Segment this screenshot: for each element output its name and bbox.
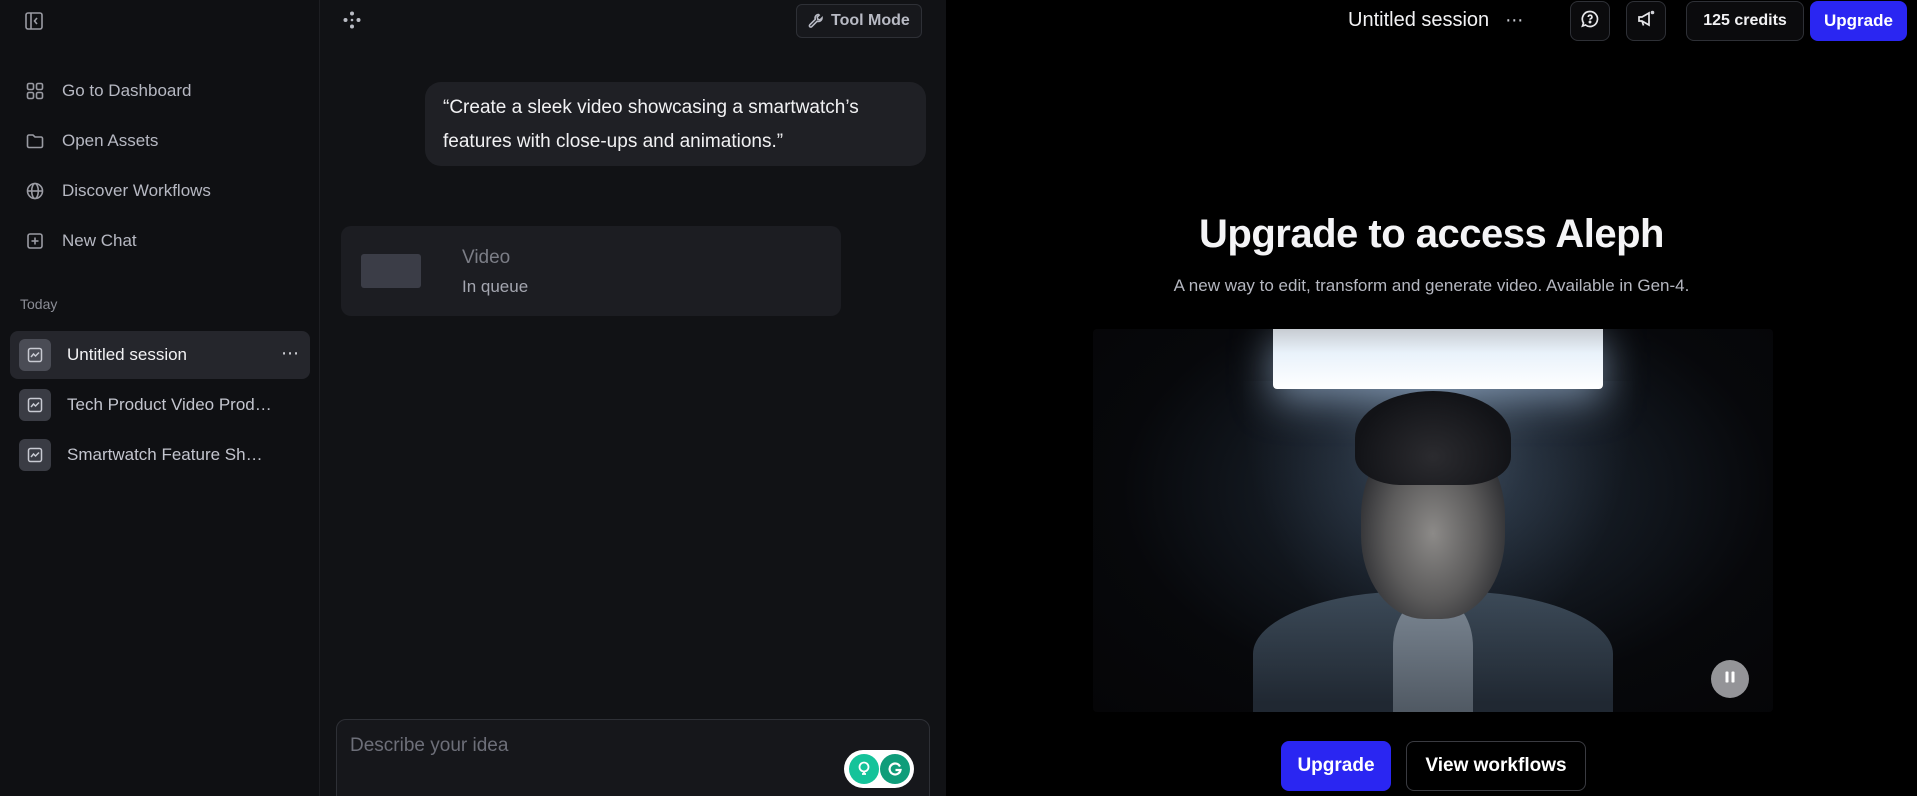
session-title[interactable]: Untitled session — [1348, 9, 1489, 32]
session-thumbnail-icon — [19, 339, 51, 371]
hero-subtitle: A new way to edit, transform and generat… — [1173, 276, 1690, 295]
feedback-button[interactable] — [1570, 1, 1610, 41]
nav-item-label: Discover Workflows — [62, 181, 211, 200]
upgrade-top-button[interactable]: Upgrade — [1810, 1, 1907, 41]
nav-item-label: New Chat — [62, 231, 137, 250]
promo-video[interactable] — [1093, 329, 1773, 712]
grammarly-widget[interactable] — [844, 750, 914, 788]
chat-bubble-icon — [1580, 9, 1600, 34]
megaphone-icon — [1636, 9, 1656, 34]
session-item[interactable]: Tech Product Video Prod… — [10, 381, 310, 429]
tool-mode-button[interactable]: Tool Mode — [796, 4, 922, 38]
session-item[interactable]: Untitled session ⋯ — [10, 331, 310, 379]
sparkle-logo-icon[interactable] — [342, 10, 362, 30]
video-generation-card[interactable]: Video In queue — [341, 226, 841, 316]
sidebar-nav: Go to Dashboard Open Assets Discover Wor… — [0, 66, 320, 266]
hero-title: Upgrade to access Aleph — [1199, 212, 1664, 256]
prompt-composer[interactable]: Describe your idea — [336, 719, 930, 796]
view-workflows-button[interactable]: View workflows — [1406, 741, 1586, 791]
nav-item-new-chat[interactable]: New Chat — [0, 216, 320, 266]
video-card-title: Video — [462, 247, 511, 268]
session-thumbnail-icon — [19, 439, 51, 471]
lightbulb-icon[interactable] — [848, 754, 879, 784]
section-label-today: Today — [20, 296, 58, 312]
pause-icon — [1723, 670, 1737, 689]
session-label: Tech Product Video Prod… — [67, 395, 272, 414]
nav-item-label: Open Assets — [62, 131, 159, 150]
folder-icon — [24, 130, 46, 152]
user-message-bubble: “Create a sleek video showcasing a smart… — [425, 82, 926, 166]
sidebar-collapse-icon[interactable] — [24, 11, 44, 31]
sidebar: Go to Dashboard Open Assets Discover Wor… — [0, 0, 320, 796]
wrench-icon — [807, 12, 825, 30]
dashboard-grid-icon — [24, 80, 46, 102]
video-ceiling-lamp — [1273, 329, 1603, 389]
grammarly-g-icon[interactable] — [879, 754, 910, 784]
chat-panel: Tool Mode “Create a sleek video showcasi… — [320, 0, 946, 796]
title-more-icon[interactable]: ⋯ — [1505, 10, 1524, 31]
plus-square-icon — [24, 230, 46, 252]
announcements-button[interactable] — [1626, 1, 1666, 41]
session-label: Untitled session — [67, 345, 188, 364]
video-thumbnail — [361, 254, 421, 288]
session-title-bar: Untitled session ⋯ — [1348, 9, 1524, 32]
video-person-hair — [1355, 391, 1511, 485]
session-thumbnail-icon — [19, 389, 51, 421]
upgrade-button[interactable]: Upgrade — [1281, 741, 1391, 791]
app-root: Go to Dashboard Open Assets Discover Wor… — [0, 0, 1917, 796]
nav-item-label: Go to Dashboard — [62, 81, 192, 100]
credits-badge[interactable]: 125 credits — [1686, 1, 1804, 41]
session-item[interactable]: Smartwatch Feature Sh… — [10, 431, 310, 479]
tool-mode-label: Tool Mode — [831, 12, 910, 29]
globe-icon — [24, 180, 46, 202]
preview-panel: Untitled session ⋯ 125 credits Upgrade U… — [946, 0, 1917, 796]
composer-placeholder: Describe your idea — [350, 735, 509, 756]
nav-item-assets[interactable]: Open Assets — [0, 116, 320, 166]
session-list: Untitled session ⋯ Tech Product Video Pr… — [10, 331, 310, 481]
session-more-icon[interactable]: ⋯ — [281, 343, 300, 364]
video-card-status: In queue — [462, 277, 529, 296]
nav-item-dashboard[interactable]: Go to Dashboard — [0, 66, 320, 116]
nav-item-workflows[interactable]: Discover Workflows — [0, 166, 320, 216]
pause-button[interactable] — [1711, 660, 1749, 698]
session-label: Smartwatch Feature Sh… — [67, 445, 263, 464]
